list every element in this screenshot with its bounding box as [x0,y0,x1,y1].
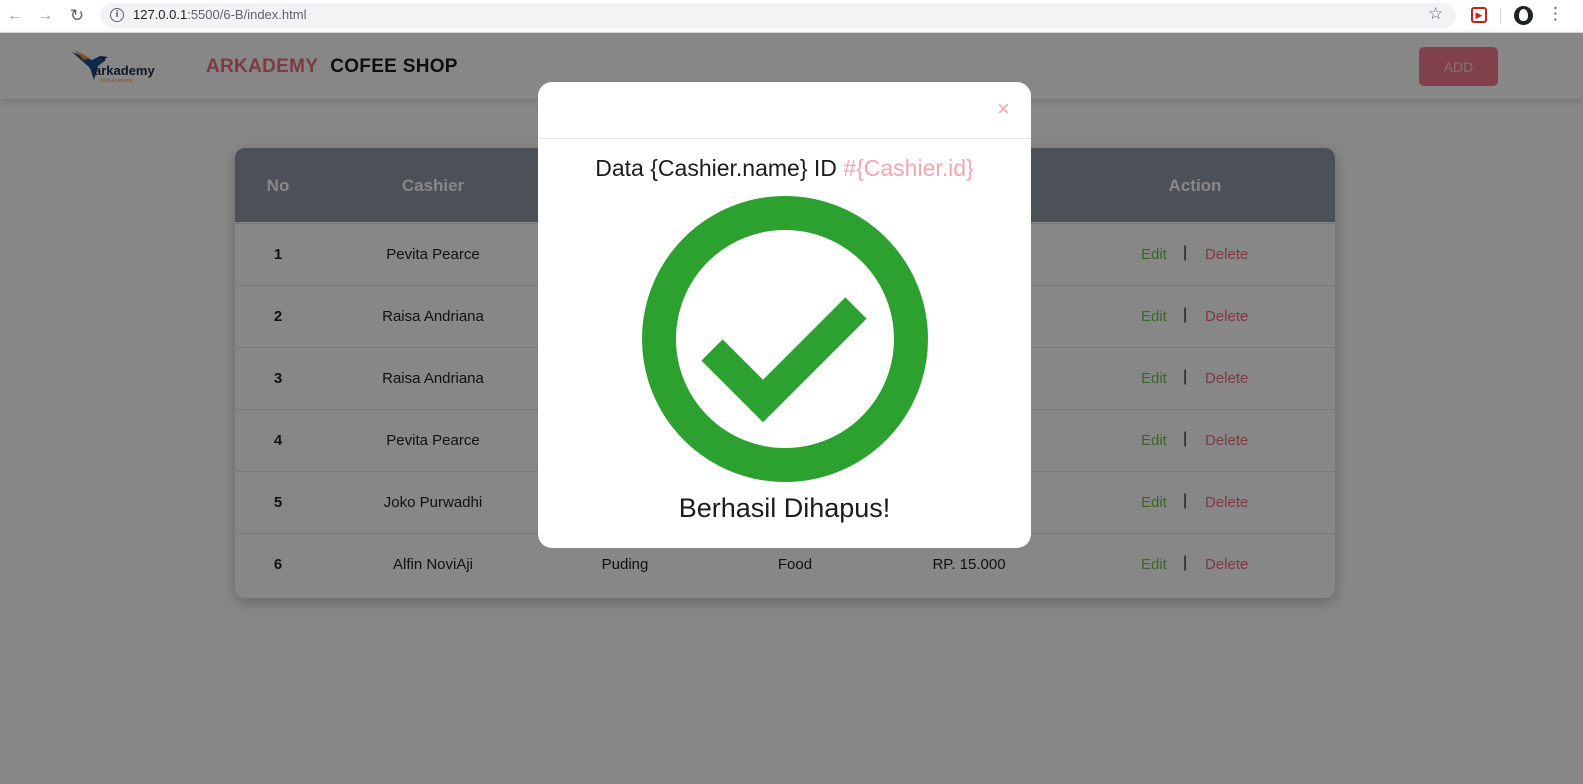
profile-avatar-icon[interactable] [1514,6,1533,25]
back-arrow-icon[interactable]: ← [4,5,26,27]
url-text[interactable]: 127.0.0.1:5500/6-B/index.html [133,7,306,22]
toolbar-divider [1500,8,1501,24]
extension-icon[interactable]: ▶ [1471,7,1487,23]
info-icon[interactable]: i [110,8,124,22]
url-path: :5500/6-B/index.html [187,7,307,22]
modal-title: Data {Cashier.name} ID #{Cashier.id} [538,155,1031,182]
reload-icon[interactable]: ↻ [66,5,88,27]
more-menu-icon[interactable]: ⋮ [1547,4,1564,24]
browser-toolbar: ← → ↻ i 127.0.0.1:5500/6-B/index.html ☆ … [0,0,1583,33]
close-icon[interactable]: × [997,98,1010,120]
modal-title-id: #{Cashier.id} [843,155,974,181]
modal-message: Berhasil Dihapus! [678,493,891,523]
delete-success-modal: × Data {Cashier.name} ID #{Cashier.id} B… [538,82,1031,548]
address-bar[interactable]: i 127.0.0.1:5500/6-B/index.html [100,3,1456,28]
url-host: 127.0.0.1 [133,7,188,22]
success-check-icon [642,196,928,482]
forward-arrow-icon[interactable]: → [34,5,56,27]
modal-header: × [538,82,1031,139]
modal-title-prefix: Data {Cashier.name} ID [595,155,844,181]
bookmark-star-icon[interactable]: ☆ [1428,4,1443,24]
